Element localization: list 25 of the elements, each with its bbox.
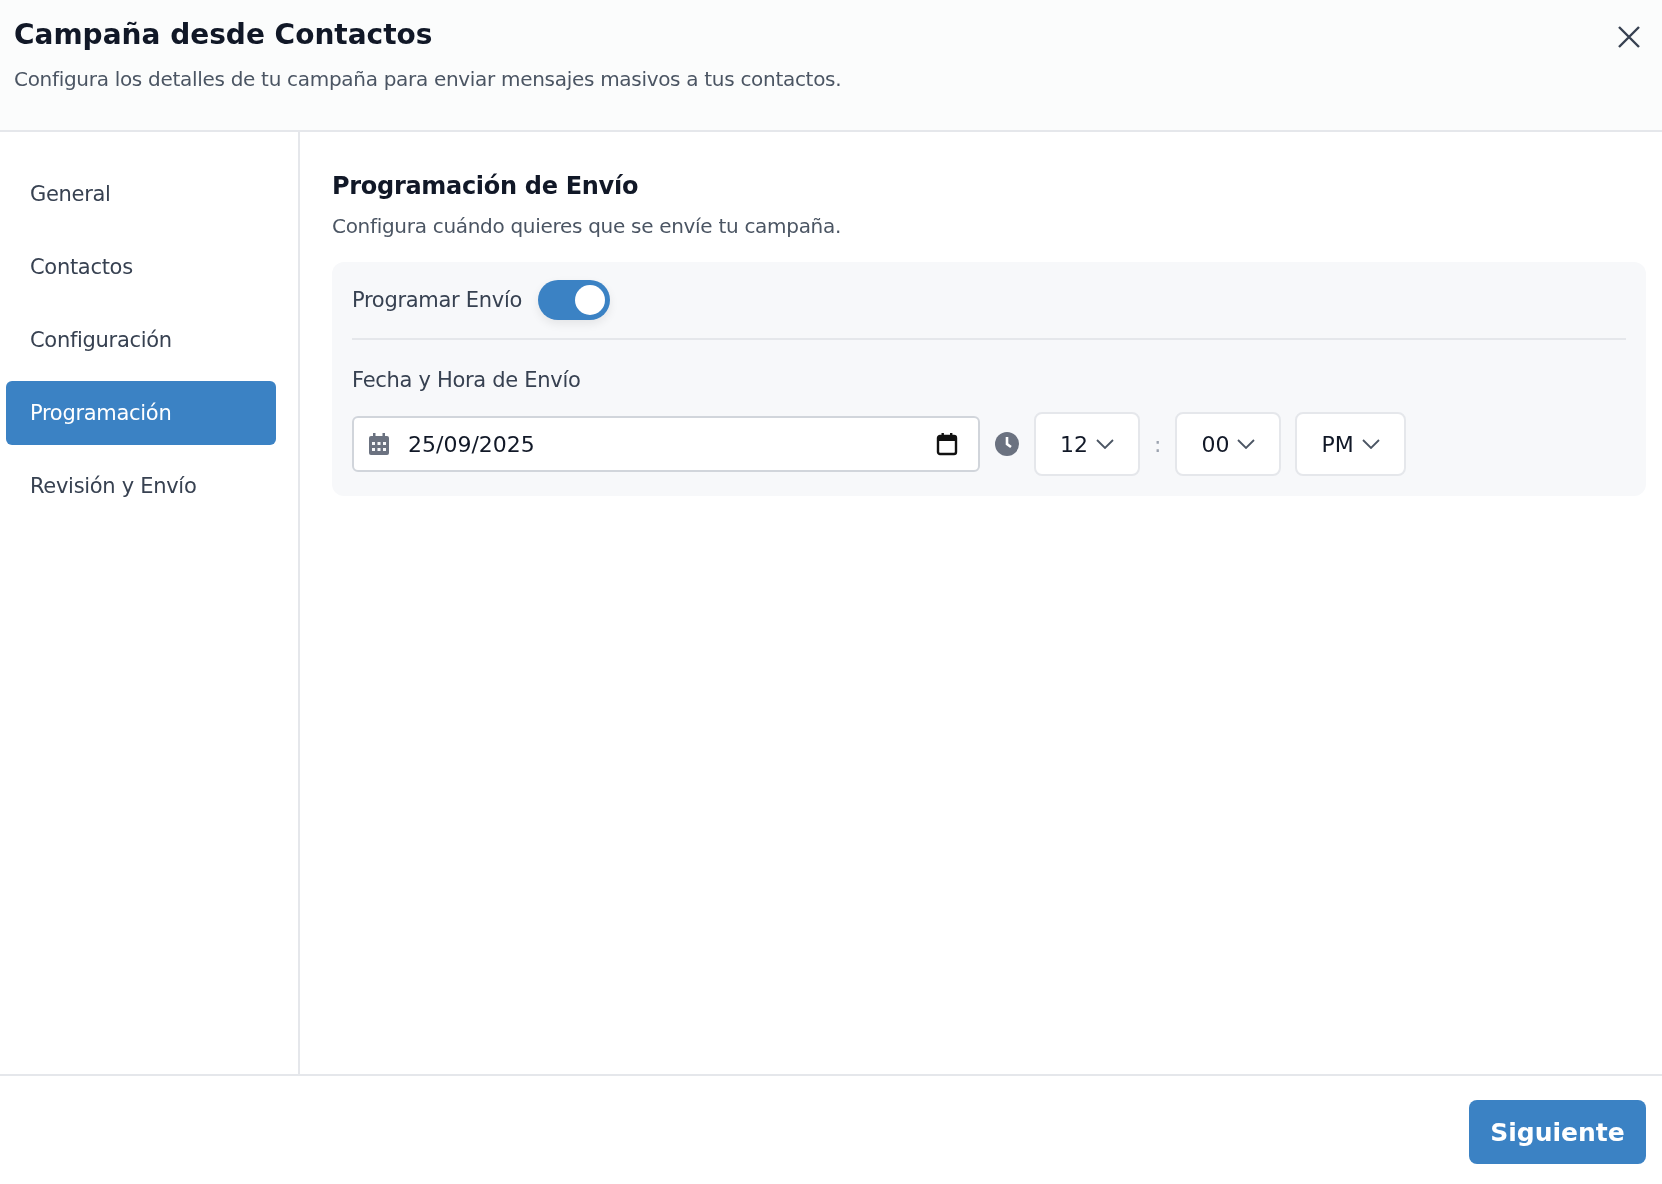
toggle-label: Programar Envío xyxy=(352,288,522,312)
period-select[interactable]: PM xyxy=(1295,412,1406,476)
section-title: Programación de Envío xyxy=(332,172,640,200)
time-separator: : xyxy=(1154,431,1162,457)
sidebar-item[interactable]: Configuración xyxy=(6,308,276,372)
clock-icon xyxy=(994,431,1020,457)
calendar-icon xyxy=(368,432,390,456)
next-button[interactable]: Siguiente xyxy=(1469,1100,1646,1164)
chevron-down-icon xyxy=(1361,439,1380,449)
sidebar-item[interactable]: Contactos xyxy=(6,235,276,299)
minute-select[interactable]: 00 xyxy=(1175,412,1282,476)
calendar-icon[interactable] xyxy=(936,432,958,456)
sidebar-item[interactable]: Programación xyxy=(6,381,276,445)
schedule-toggle[interactable] xyxy=(538,280,610,320)
section-description: Configura cuándo quieres que se envíe tu campaña. xyxy=(332,214,842,238)
sidebar-item[interactable]: General xyxy=(6,162,276,226)
close-icon[interactable] xyxy=(1616,24,1642,50)
date-field[interactable]: 25/09/2025 xyxy=(352,416,980,472)
sidebar-item[interactable]: Revisión y Envío xyxy=(6,454,276,518)
dialog-subtitle: Configura los detalles de tu campaña para enviar mensajes masivos a tus contactos. xyxy=(14,67,843,91)
chevron-down-icon xyxy=(1096,439,1114,449)
field-label: Fecha y Hora de Envío xyxy=(352,368,582,392)
chevron-down-icon xyxy=(1237,439,1256,449)
dialog-title: Campaña desde Contactos xyxy=(14,18,433,51)
hour-select[interactable]: 12 xyxy=(1034,412,1140,476)
